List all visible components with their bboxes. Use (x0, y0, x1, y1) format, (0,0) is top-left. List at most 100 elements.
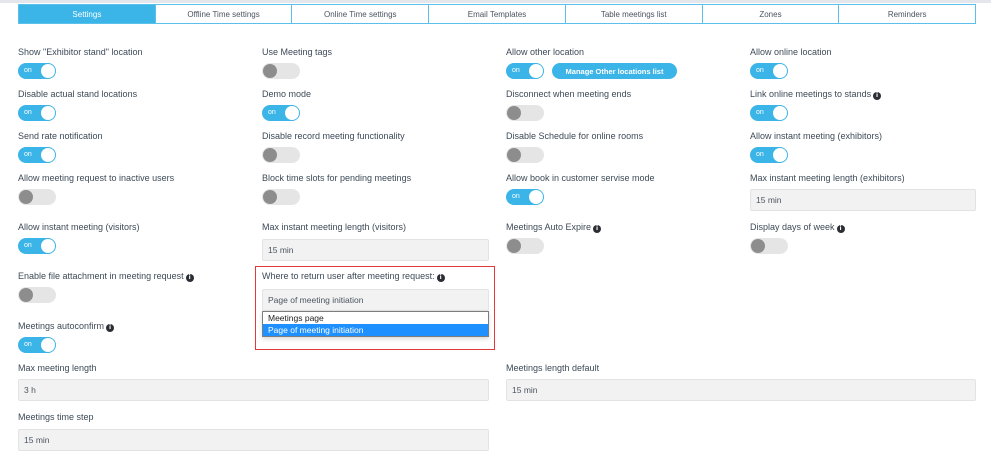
toggle-knob (263, 64, 277, 78)
max-instant-length-visitors-label: Max instant meeting length (visitors) (262, 222, 407, 232)
toggle-on-text: on (756, 109, 764, 116)
toggle-knob (773, 148, 787, 162)
allow-request-inactive-users-toggle[interactable] (18, 189, 56, 205)
toggle-knob (41, 338, 55, 352)
tab-email-templates[interactable]: Email Templates (428, 5, 565, 23)
toggle-on-text: on (512, 193, 520, 200)
meetings-auto-expire-label: Meetings Auto Expire i (506, 222, 602, 233)
option-meetings-page[interactable]: Meetings page (263, 312, 488, 324)
enable-file-attachment-text: Enable file attachment in meeting reques… (18, 271, 184, 281)
meetings-autoconfirm-text: Meetings autoconfirm (18, 321, 105, 331)
disable-schedule-online-rooms-label: Disable Schedule for online rooms (506, 131, 644, 141)
info-icon[interactable]: i (436, 274, 445, 282)
block-time-slots-toggle[interactable] (262, 189, 300, 205)
allow-instant-meeting-exhibitors-toggle[interactable]: on (750, 147, 788, 163)
toggle-knob (507, 106, 521, 120)
toggle-knob (773, 106, 787, 120)
meetings-time-step-select[interactable]: 15 min (18, 429, 489, 451)
info-icon[interactable]: i (593, 225, 602, 233)
allow-book-customer-service-toggle[interactable]: on (506, 189, 544, 205)
toggle-knob (285, 106, 299, 120)
disable-record-meeting-label: Disable record meeting functionality (262, 131, 405, 141)
disconnect-meeting-ends-toggle[interactable] (506, 105, 544, 121)
where-to-return-options: Meetings page Page of meeting initiation (262, 311, 489, 337)
disable-stand-locations-label: Disable actual stand locations (18, 89, 138, 99)
disable-schedule-online-rooms-toggle[interactable] (506, 147, 544, 163)
info-icon[interactable]: i (873, 92, 882, 100)
block-time-slots-label: Block time slots for pending meetings (262, 173, 412, 183)
demo-mode-toggle[interactable]: on (262, 105, 300, 121)
tab-online-time-settings[interactable]: Online Time settings (291, 5, 428, 23)
meetings-auto-expire-text: Meetings Auto Expire (506, 222, 592, 232)
manage-other-locations-button[interactable]: Manage Other locations list (552, 63, 677, 79)
where-to-return-label: Where to return user after meeting reque… (262, 271, 445, 282)
allow-instant-meeting-visitors-toggle[interactable]: on (18, 238, 56, 254)
toggle-knob (41, 106, 55, 120)
toggle-knob (751, 239, 765, 253)
link-online-meetings-toggle[interactable]: on (750, 105, 788, 121)
tab-reminders[interactable]: Reminders (838, 5, 975, 23)
tab-settings[interactable]: Settings (19, 5, 155, 23)
exhibitor-stand-location-toggle[interactable]: on (18, 63, 56, 79)
toggle-knob (529, 64, 543, 78)
meetings-autoconfirm-toggle[interactable]: on (18, 337, 56, 353)
enable-file-attachment-toggle[interactable] (18, 287, 56, 303)
toggle-knob (773, 64, 787, 78)
allow-other-location-label: Allow other location (506, 47, 585, 57)
allow-instant-meeting-exhibitors-label: Allow instant meeting (exhibitors) (750, 131, 883, 141)
toggle-on-text: on (268, 109, 276, 116)
toggle-knob (263, 148, 277, 162)
meetings-length-default-select[interactable]: 15 min (506, 379, 976, 401)
meetings-length-default-label: Meetings length default (506, 363, 600, 373)
meetings-time-step-label: Meetings time step (18, 412, 94, 422)
toggle-knob (41, 239, 55, 253)
allow-other-location-toggle[interactable]: on (506, 63, 544, 79)
tab-offline-time-settings[interactable]: Offline Time settings (154, 5, 292, 23)
allow-instant-meeting-visitors-label: Allow instant meeting (visitors) (18, 222, 140, 232)
toggle-knob (263, 190, 277, 204)
allow-online-location-toggle[interactable]: on (750, 63, 788, 79)
link-online-meetings-text: Link online meetings to stands (750, 89, 872, 99)
toggle-knob (507, 148, 521, 162)
toggle-knob (41, 64, 55, 78)
disconnect-meeting-ends-label: Disconnect when meeting ends (506, 89, 632, 99)
toggle-on-text: on (24, 242, 32, 249)
where-to-return-select[interactable]: Page of meeting initiation (262, 289, 489, 311)
demo-mode-label: Demo mode (262, 89, 312, 99)
toggle-knob (19, 288, 33, 302)
toggle-knob (529, 190, 543, 204)
meetings-auto-expire-toggle[interactable] (506, 238, 544, 254)
display-days-of-week-label: Display days of week i (750, 222, 845, 233)
tab-table-meetings-list[interactable]: Table meetings list (564, 5, 702, 23)
enable-file-attachment-label: Enable file attachment in meeting reques… (18, 271, 194, 282)
disable-record-meeting-toggle[interactable] (262, 147, 300, 163)
max-meeting-length-select[interactable]: 3 h (18, 379, 489, 401)
where-to-return-text: Where to return user after meeting reque… (262, 271, 435, 281)
toggle-knob (507, 239, 521, 253)
info-icon[interactable]: i (106, 324, 115, 332)
max-instant-length-exhibitors-label: Max instant meeting length (exhibitors) (750, 173, 905, 183)
allow-book-customer-service-label: Allow book in customer servise mode (506, 173, 655, 183)
meetings-autoconfirm-label: Meetings autoconfirm i (18, 321, 115, 332)
top-border (0, 0, 991, 3)
toggle-knob (41, 148, 55, 162)
max-instant-length-visitors-select[interactable]: 15 min (262, 239, 489, 261)
send-rate-notification-toggle[interactable]: on (18, 147, 56, 163)
option-page-of-meeting-initiation[interactable]: Page of meeting initiation (263, 324, 488, 336)
display-days-of-week-toggle[interactable] (750, 238, 788, 254)
toggle-on-text: on (24, 109, 32, 116)
link-online-meetings-label: Link online meetings to stands i (750, 89, 882, 100)
toggle-on-text: on (512, 67, 520, 74)
allow-request-inactive-users-label: Allow meeting request to inactive users (18, 173, 175, 183)
display-days-of-week-text: Display days of week (750, 222, 835, 232)
toggle-on-text: on (24, 151, 32, 158)
max-instant-length-exhibitors-select[interactable]: 15 min (750, 189, 976, 211)
settings-tabs: Settings Offline Time settings Online Ti… (18, 4, 976, 24)
info-icon[interactable]: i (836, 225, 845, 233)
use-meeting-tags-toggle[interactable] (262, 63, 300, 79)
info-icon[interactable]: i (185, 274, 194, 282)
allow-online-location-label: Allow online location (750, 47, 832, 57)
disable-stand-locations-toggle[interactable]: on (18, 105, 56, 121)
exhibitor-stand-location-label: Show "Exhibitor stand" location (18, 47, 143, 57)
tab-zones[interactable]: Zones (701, 5, 839, 23)
